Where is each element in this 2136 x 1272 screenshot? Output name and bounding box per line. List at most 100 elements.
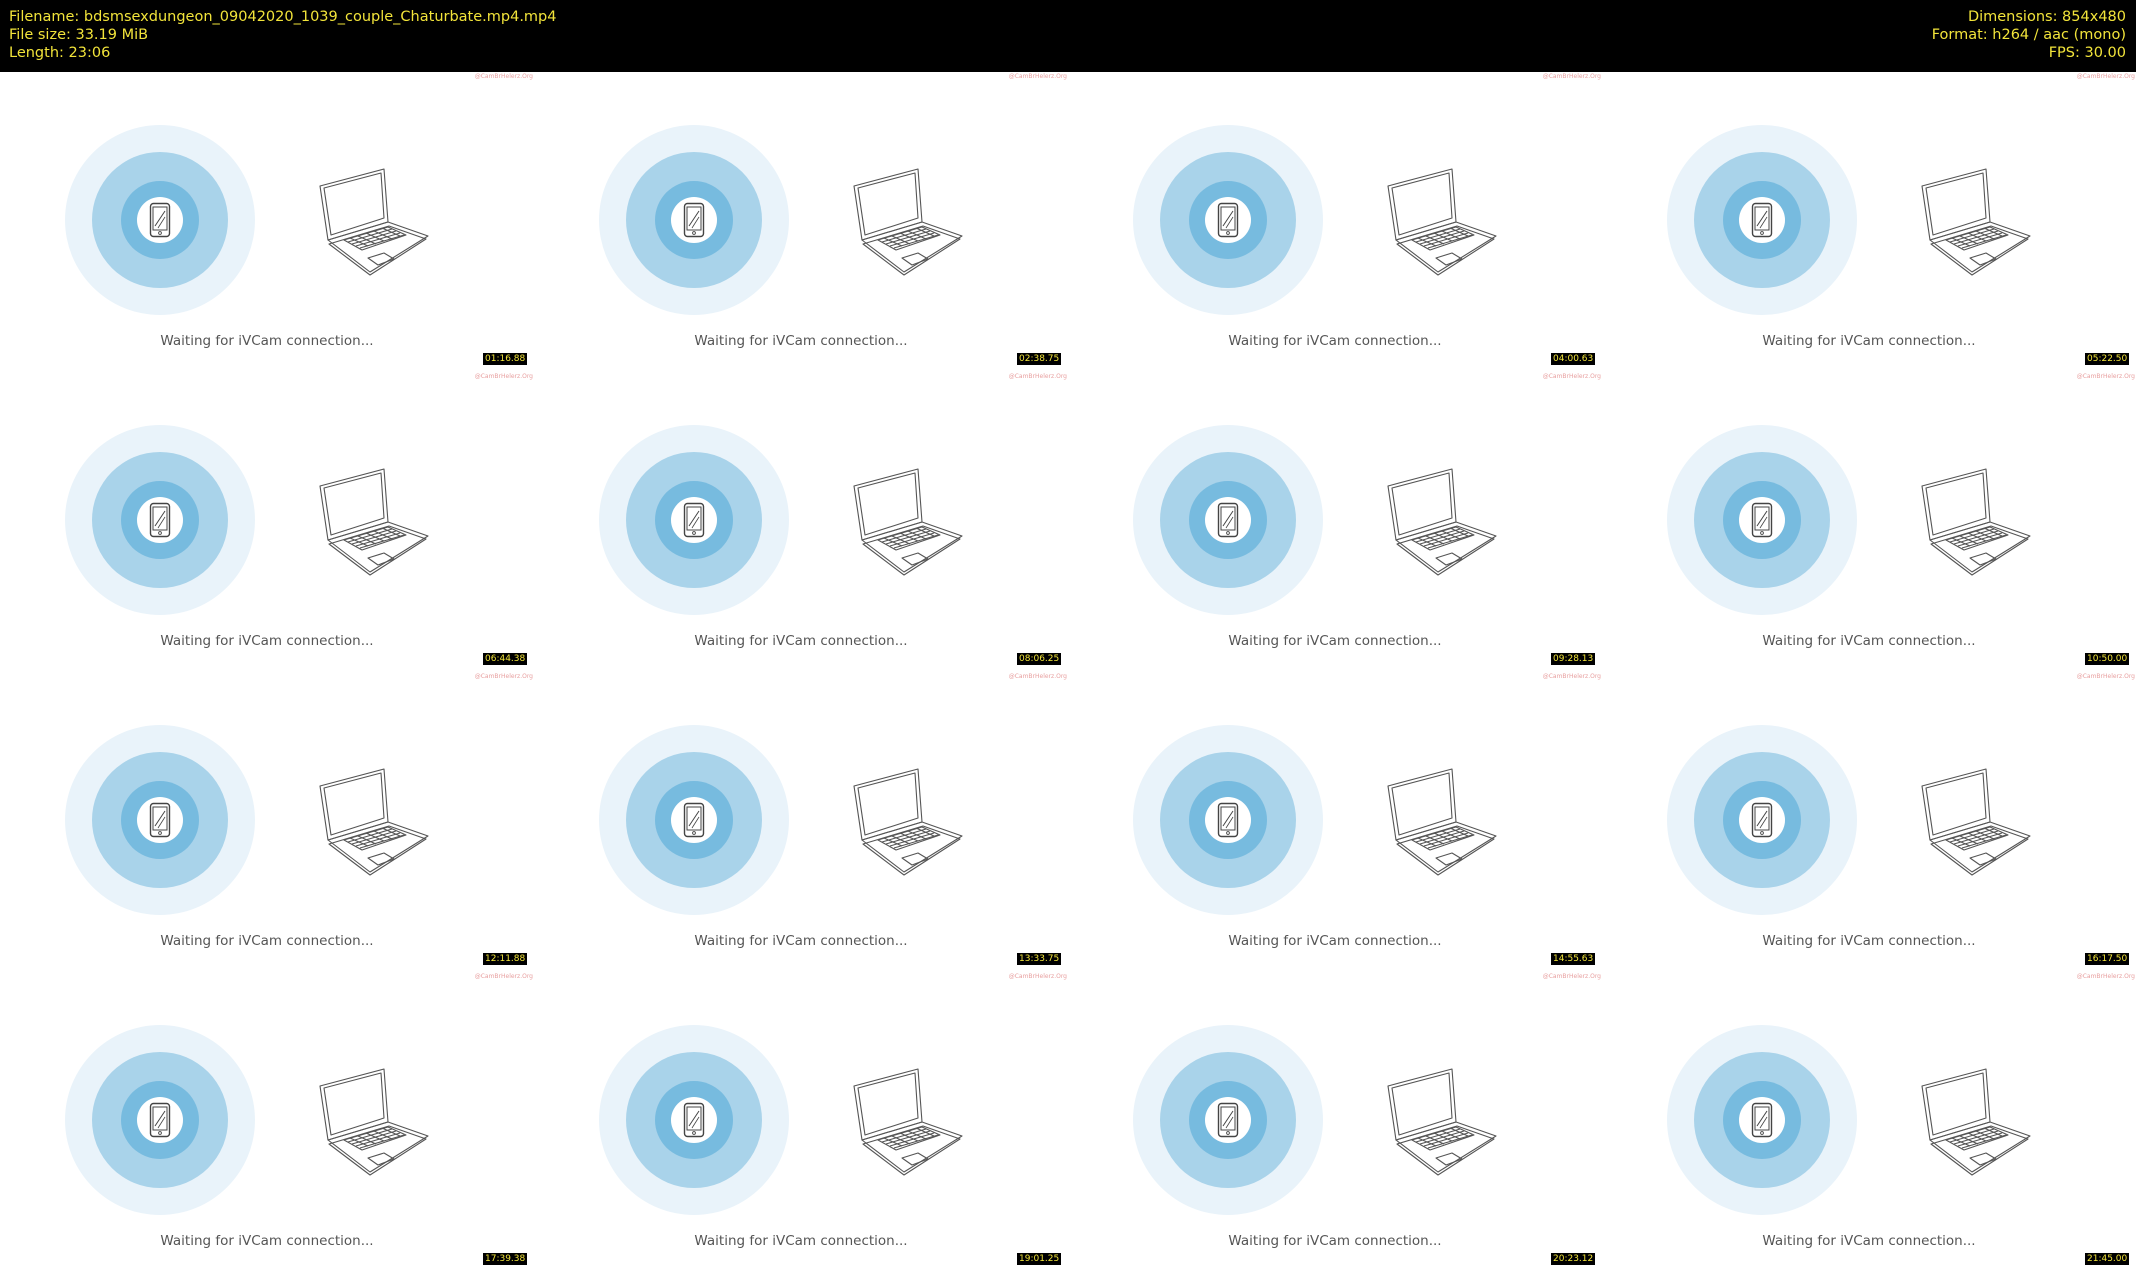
timestamp-badge: 01:16.88 <box>483 353 528 365</box>
status-text: Waiting for iVCam connection... <box>694 633 908 649</box>
thumbnail-6[interactable]: @CamBrHelerz.Org Waiting for iVCam conne… <box>534 372 1068 672</box>
laptop-icon <box>1387 768 1497 876</box>
thumbnail-13[interactable]: @CamBrHelerz.Org Waiting for iVCam conne… <box>0 972 534 1272</box>
status-text: Waiting for iVCam connection... <box>1762 333 1976 349</box>
phone-icon <box>683 502 705 538</box>
thumbnail-8[interactable]: @CamBrHelerz.Org Waiting for iVCam conne… <box>1602 372 2136 672</box>
watermark-text: @CamBrHelerz.Org <box>1542 73 1601 80</box>
timestamp-badge: 08:06.25 <box>1017 653 1062 665</box>
laptop-icon <box>1387 468 1497 576</box>
phone-icon <box>683 202 705 238</box>
thumbnail-grid: @CamBrHelerz.Org Waiting for iVCam conne… <box>0 72 2136 1272</box>
thumbnail-15[interactable]: @CamBrHelerz.Org Waiting for iVCam conne… <box>1068 972 1602 1272</box>
watermark-text: @CamBrHelerz.Org <box>2076 373 2135 380</box>
thumbnail-2[interactable]: @CamBrHelerz.Org Waiting for iVCam conne… <box>534 72 1068 372</box>
status-text: Waiting for iVCam connection... <box>1762 1233 1976 1249</box>
length-label: Length: 23:06 <box>9 45 111 61</box>
timestamp-badge: 16:17.50 <box>2085 953 2130 965</box>
laptop-icon <box>1921 168 2031 276</box>
watermark-text: @CamBrHelerz.Org <box>2076 673 2135 680</box>
status-text: Waiting for iVCam connection... <box>1762 933 1976 949</box>
phone-icon <box>1751 1102 1773 1138</box>
timestamp-badge: 17:39.38 <box>483 1253 528 1265</box>
phone-icon <box>1751 502 1773 538</box>
phone-icon <box>1217 502 1239 538</box>
status-text: Waiting for iVCam connection... <box>1228 633 1442 649</box>
status-text: Waiting for iVCam connection... <box>160 333 374 349</box>
laptop-icon <box>1387 168 1497 276</box>
thumbnail-16[interactable]: @CamBrHelerz.Org Waiting for iVCam conne… <box>1602 972 2136 1272</box>
timestamp-badge: 19:01.25 <box>1017 1253 1062 1265</box>
thumbnail-10[interactable]: @CamBrHelerz.Org Waiting for iVCam conne… <box>534 672 1068 972</box>
watermark-text: @CamBrHelerz.Org <box>2076 973 2135 980</box>
timestamp-badge: 05:22.50 <box>2085 353 2130 365</box>
laptop-icon <box>319 768 429 876</box>
filename-label: Filename: bdsmsexdungeon_09042020_1039_c… <box>9 9 557 25</box>
watermark-text: @CamBrHelerz.Org <box>1542 673 1601 680</box>
laptop-icon <box>319 468 429 576</box>
status-text: Waiting for iVCam connection... <box>160 933 374 949</box>
status-text: Waiting for iVCam connection... <box>694 333 908 349</box>
laptop-icon <box>853 468 963 576</box>
contact-sheet-header: Filename: bdsmsexdungeon_09042020_1039_c… <box>0 0 2136 72</box>
thumbnail-5[interactable]: @CamBrHelerz.Org Waiting for iVCam conne… <box>0 372 534 672</box>
thumbnail-1[interactable]: @CamBrHelerz.Org Waiting for iVCam conne… <box>0 72 534 372</box>
timestamp-badge: 09:28.13 <box>1551 653 1596 665</box>
watermark-text: @CamBrHelerz.Org <box>1008 973 1067 980</box>
thumbnail-7[interactable]: @CamBrHelerz.Org Waiting for iVCam conne… <box>1068 372 1602 672</box>
laptop-icon <box>1921 768 2031 876</box>
status-text: Waiting for iVCam connection... <box>694 933 908 949</box>
phone-icon <box>1217 202 1239 238</box>
watermark-text: @CamBrHelerz.Org <box>1008 673 1067 680</box>
phone-icon <box>149 202 171 238</box>
thumbnail-12[interactable]: @CamBrHelerz.Org Waiting for iVCam conne… <box>1602 672 2136 972</box>
status-text: Waiting for iVCam connection... <box>1228 933 1442 949</box>
timestamp-badge: 04:00.63 <box>1551 353 1596 365</box>
phone-icon <box>149 802 171 838</box>
phone-icon <box>1751 802 1773 838</box>
laptop-icon <box>1921 468 2031 576</box>
phone-icon <box>149 502 171 538</box>
watermark-text: @CamBrHelerz.Org <box>474 973 533 980</box>
timestamp-badge: 10:50.00 <box>2085 653 2130 665</box>
watermark-text: @CamBrHelerz.Org <box>1008 73 1067 80</box>
phone-icon <box>1751 202 1773 238</box>
thumbnail-11[interactable]: @CamBrHelerz.Org Waiting for iVCam conne… <box>1068 672 1602 972</box>
thumbnail-4[interactable]: @CamBrHelerz.Org Waiting for iVCam conne… <box>1602 72 2136 372</box>
status-text: Waiting for iVCam connection... <box>1228 1233 1442 1249</box>
phone-icon <box>683 1102 705 1138</box>
status-text: Waiting for iVCam connection... <box>160 1233 374 1249</box>
watermark-text: @CamBrHelerz.Org <box>1542 373 1601 380</box>
timestamp-badge: 02:38.75 <box>1017 353 1062 365</box>
fps-label: FPS: 30.00 <box>2048 45 2126 61</box>
thumbnail-3[interactable]: @CamBrHelerz.Org Waiting for iVCam conne… <box>1068 72 1602 372</box>
laptop-icon <box>1921 1068 2031 1176</box>
watermark-text: @CamBrHelerz.Org <box>2076 73 2135 80</box>
thumbnail-9[interactable]: @CamBrHelerz.Org Waiting for iVCam conne… <box>0 672 534 972</box>
laptop-icon <box>853 1068 963 1176</box>
watermark-text: @CamBrHelerz.Org <box>474 673 533 680</box>
status-text: Waiting for iVCam connection... <box>694 1233 908 1249</box>
laptop-icon <box>319 1068 429 1176</box>
watermark-text: @CamBrHelerz.Org <box>474 373 533 380</box>
timestamp-badge: 21:45.00 <box>2085 1253 2130 1265</box>
laptop-icon <box>853 168 963 276</box>
thumbnail-14[interactable]: @CamBrHelerz.Org Waiting for iVCam conne… <box>534 972 1068 1272</box>
laptop-icon <box>1387 1068 1497 1176</box>
file-info: Filename: bdsmsexdungeon_09042020_1039_c… <box>9 8 557 62</box>
watermark-text: @CamBrHelerz.Org <box>1008 373 1067 380</box>
status-text: Waiting for iVCam connection... <box>1762 633 1976 649</box>
laptop-icon <box>319 168 429 276</box>
dimensions-label: Dimensions: 854x480 <box>1967 9 2126 25</box>
phone-icon <box>1217 1102 1239 1138</box>
phone-icon <box>1217 802 1239 838</box>
timestamp-badge: 14:55.63 <box>1551 953 1596 965</box>
video-info: Dimensions: 854x480 Format: h264 / aac (… <box>1932 8 2126 62</box>
watermark-text: @CamBrHelerz.Org <box>474 73 533 80</box>
format-label: Format: h264 / aac (mono) <box>1931 27 2126 43</box>
phone-icon <box>149 1102 171 1138</box>
file-size-label: File size: 33.19 MiB <box>9 27 149 43</box>
status-text: Waiting for iVCam connection... <box>160 633 374 649</box>
watermark-text: @CamBrHelerz.Org <box>1542 973 1601 980</box>
timestamp-badge: 13:33.75 <box>1017 953 1062 965</box>
